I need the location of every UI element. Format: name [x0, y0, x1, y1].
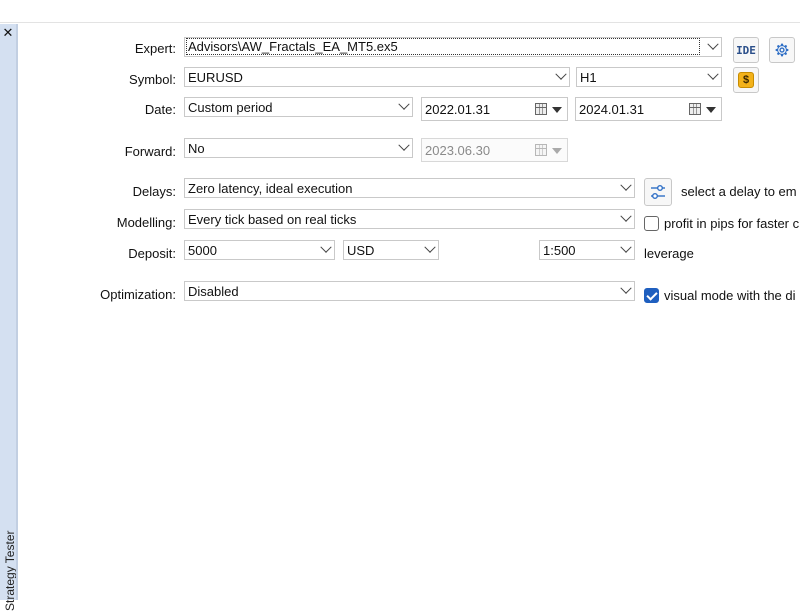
chevron-down-icon	[398, 98, 410, 110]
calendar-icon	[535, 144, 547, 156]
visual-mode-label: visual mode with the di	[664, 288, 796, 303]
ide-button[interactable]: IDE	[733, 37, 759, 63]
delays-select[interactable]: Zero latency, ideal execution	[184, 178, 635, 198]
optimization-select[interactable]: Disabled	[184, 281, 635, 301]
modelling-select[interactable]: Every tick based on real ticks	[184, 209, 635, 229]
deposit-value: 5000	[188, 243, 217, 258]
window-top-bar	[0, 0, 800, 23]
expert-label: Expert:	[134, 41, 176, 56]
ide-icon: IDE	[736, 43, 756, 57]
date-label: Date:	[144, 102, 176, 117]
profit-pips-label: profit in pips for faster c	[664, 216, 800, 231]
chevron-down-icon	[398, 139, 410, 151]
chevron-down-icon	[620, 282, 632, 294]
leverage-text: leverage	[644, 246, 694, 261]
optimization-label: Optimization:	[100, 287, 176, 302]
currency-select[interactable]: USD	[343, 240, 439, 260]
dropdown-triangle-icon	[552, 148, 562, 154]
forward-date-picker[interactable]: 2023.06.30	[421, 138, 568, 162]
close-icon[interactable]: ✕	[0, 24, 16, 42]
date-to-picker[interactable]: 2024.01.31	[575, 97, 722, 121]
calendar-icon[interactable]	[535, 103, 547, 115]
modelling-value: Every tick based on real ticks	[188, 212, 357, 227]
date-from-picker[interactable]: 2022.01.31	[421, 97, 568, 121]
chevron-down-icon	[424, 241, 436, 253]
chevron-down-icon	[620, 179, 632, 191]
delay-hint-text: select a delay to em	[681, 184, 797, 199]
chevron-down-icon	[707, 68, 719, 80]
calendar-icon[interactable]	[689, 103, 701, 115]
date-mode-select[interactable]: Custom period	[184, 97, 413, 117]
visual-mode-checkbox[interactable]	[644, 288, 659, 303]
delay-settings-button[interactable]	[644, 178, 672, 206]
forward-value: No	[188, 141, 205, 156]
profit-pips-checkbox[interactable]	[644, 216, 659, 231]
chevron-down-icon	[707, 38, 719, 50]
expert-select[interactable]: Advisors\AW_Fractals_EA_MT5.ex5	[184, 37, 722, 57]
leverage-select[interactable]: 1:500	[539, 240, 635, 260]
delays-label: Delays:	[132, 184, 176, 199]
forward-select[interactable]: No	[184, 138, 413, 158]
symbol-value: EURUSD	[188, 70, 243, 85]
leverage-value: 1:500	[543, 243, 576, 258]
timeframe-value: H1	[580, 70, 597, 85]
chevron-down-icon	[555, 68, 567, 80]
chevron-down-icon	[620, 241, 632, 253]
date-mode-value: Custom period	[188, 100, 273, 115]
delays-value: Zero latency, ideal execution	[188, 181, 353, 196]
dropdown-triangle-icon[interactable]	[552, 107, 562, 113]
deposit-select[interactable]: 5000	[184, 240, 335, 260]
optimization-value: Disabled	[188, 284, 239, 299]
chevron-down-icon	[620, 210, 632, 222]
date-from-value: 2022.01.31	[425, 102, 491, 117]
settings-button[interactable]	[769, 37, 795, 63]
deposit-label: Deposit:	[128, 246, 176, 261]
date-to-value: 2024.01.31	[579, 102, 645, 117]
modelling-label: Modelling:	[116, 215, 176, 230]
chevron-down-icon	[320, 241, 332, 253]
forward-label: Forward:	[124, 144, 176, 159]
gear-icon	[775, 43, 789, 57]
expert-value: Advisors\AW_Fractals_EA_MT5.ex5	[186, 38, 700, 55]
sliders-icon	[651, 185, 665, 199]
symbol-select[interactable]: EURUSD	[184, 67, 570, 87]
dropdown-triangle-icon[interactable]	[706, 107, 716, 113]
dollar-icon: $	[738, 72, 754, 88]
symbol-spec-button[interactable]: $	[733, 67, 759, 93]
timeframe-select[interactable]: H1	[576, 67, 722, 87]
forward-date-value: 2023.06.30	[425, 143, 491, 158]
symbol-label: Symbol:	[129, 72, 176, 87]
currency-value: USD	[347, 243, 375, 258]
